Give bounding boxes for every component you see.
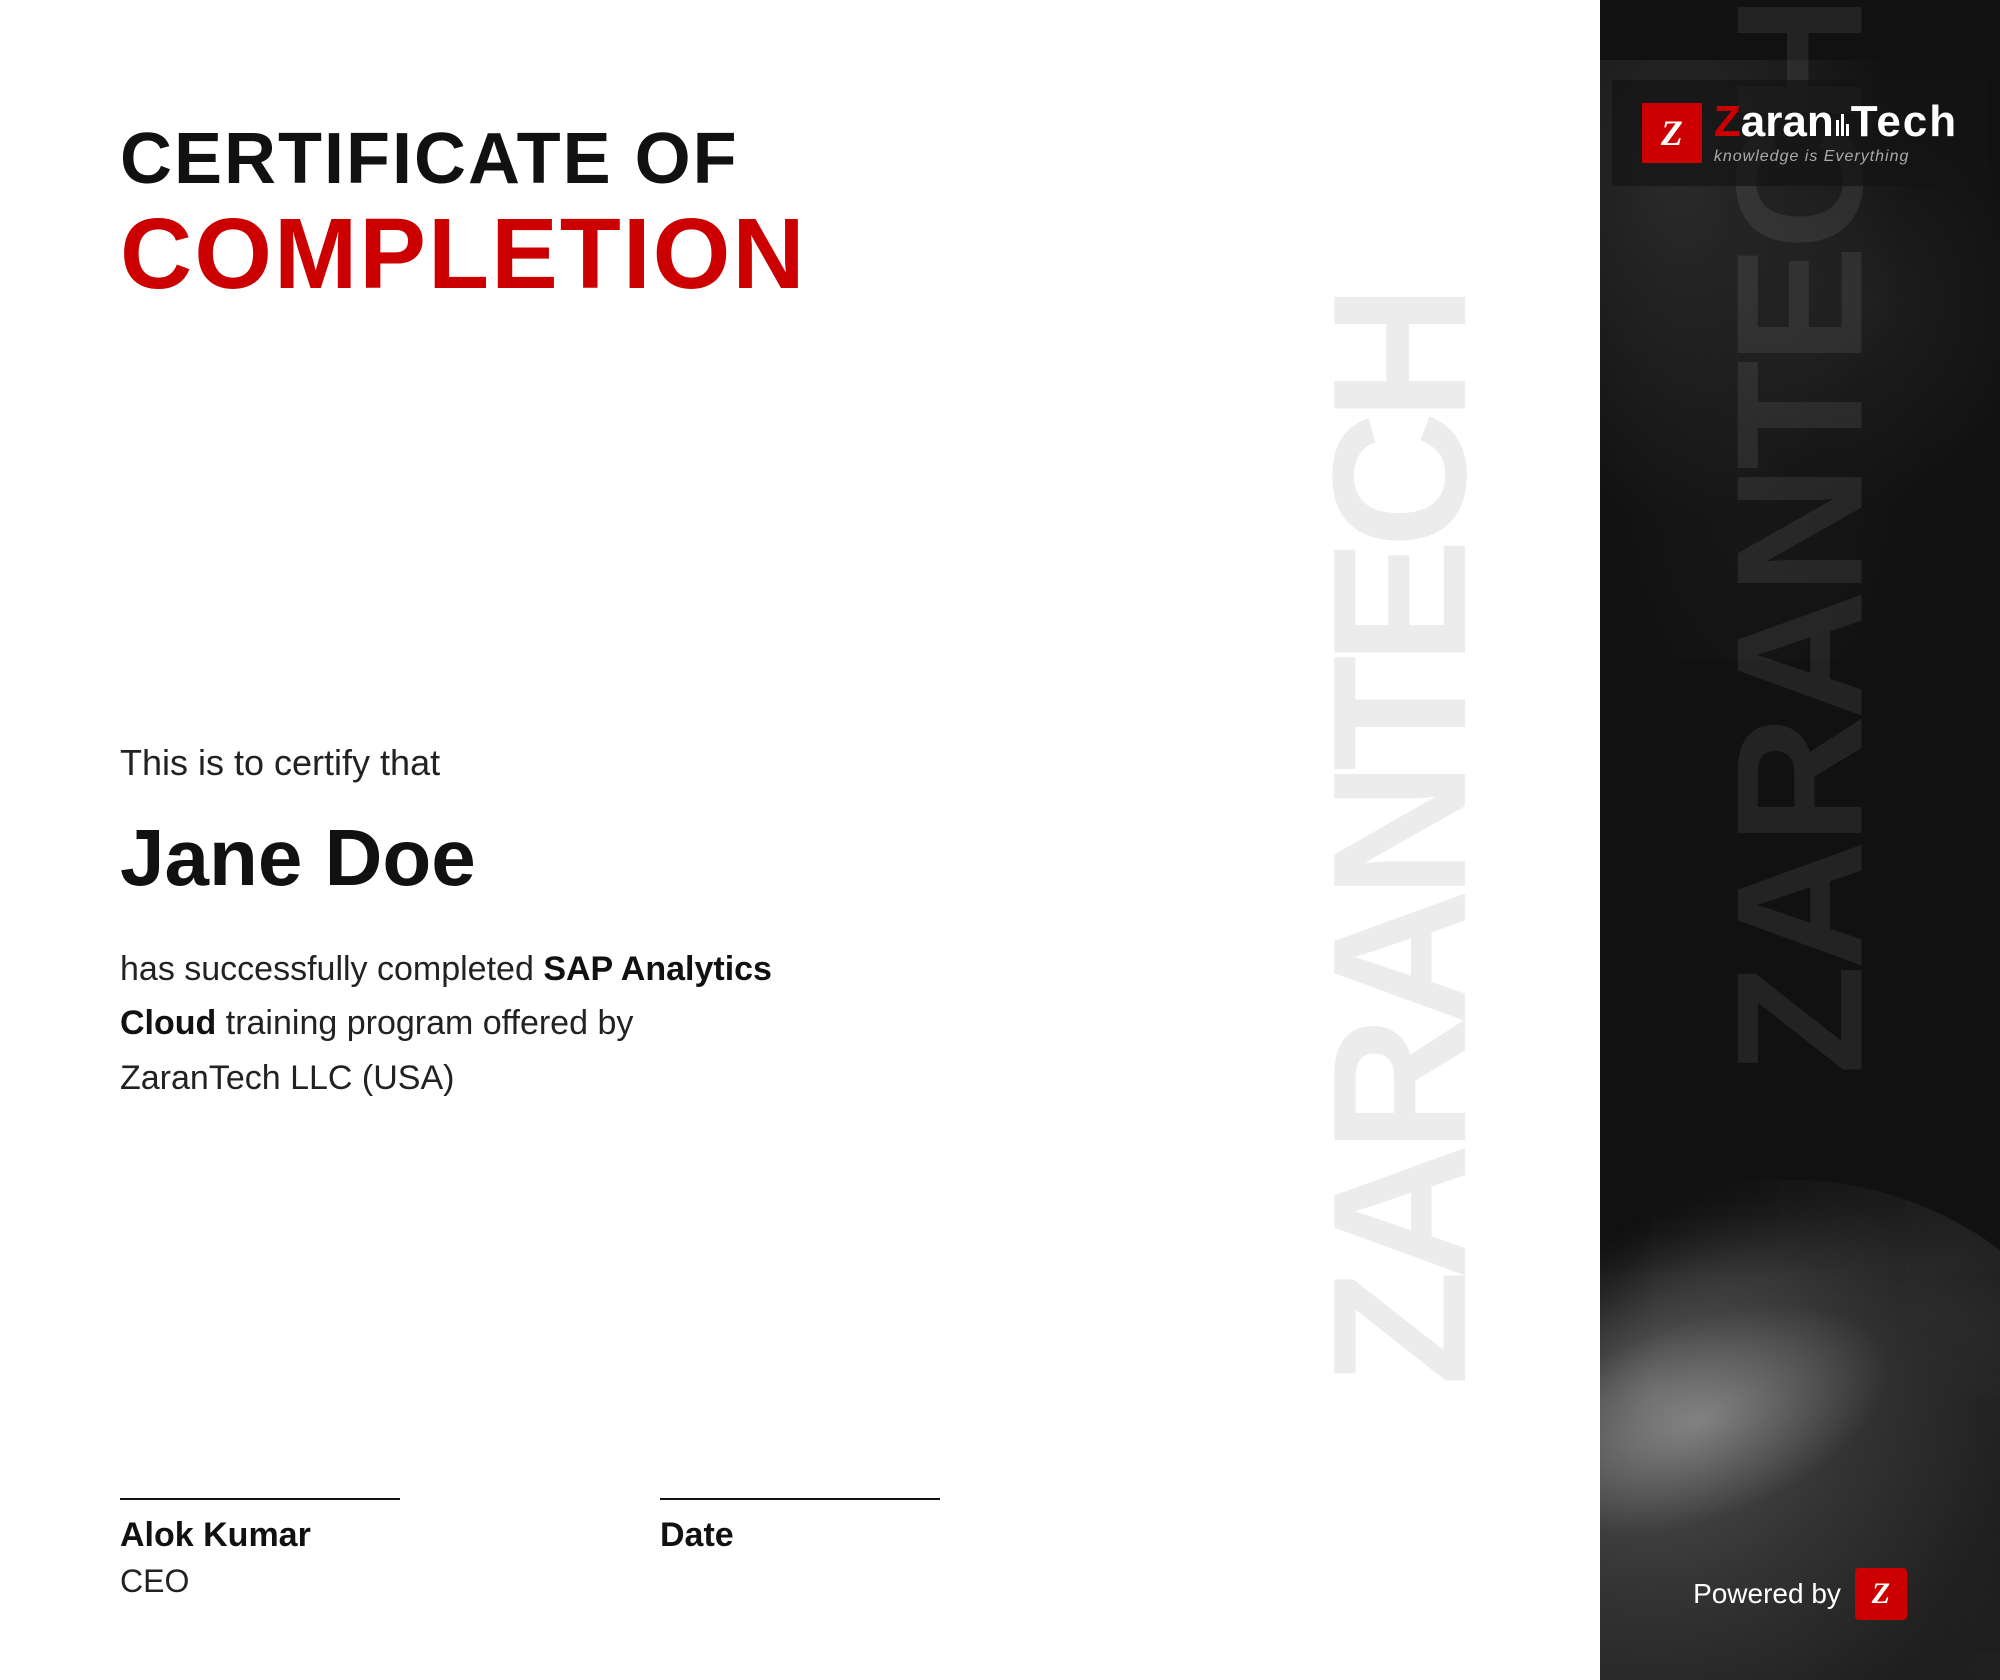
- logo-spikes: [1836, 114, 1849, 136]
- date-block: Date: [660, 1498, 940, 1555]
- logo-text-group: Z aran Tech knowledge is Everything: [1714, 100, 1958, 166]
- watermark-text: ZARANTECH: [1305, 294, 1495, 1386]
- signer-name: Alok Kumar: [120, 1516, 400, 1555]
- left-section: CERTIFICATE OF COMPLETION This is to cer…: [0, 0, 1200, 1680]
- recipient-name: Jane Doe: [120, 814, 1100, 902]
- date-line: [660, 1498, 940, 1500]
- cert-footer: Alok Kumar CEO Date: [120, 1438, 1100, 1600]
- signature-line: [120, 1498, 400, 1500]
- logo-box: Z Z aran Tech knowledge is Everything: [1612, 80, 1988, 186]
- cert-title-completion: COMPLETION: [120, 199, 1100, 309]
- powered-by-icon: Z: [1855, 1568, 1907, 1620]
- logo-tagline: knowledge is Everything: [1714, 148, 1958, 166]
- cert-title-of: CERTIFICATE OF: [120, 120, 1100, 199]
- logo-brand-z: Z: [1714, 100, 1741, 144]
- powered-by-section: Powered by Z: [1600, 1568, 2000, 1620]
- logo-brand-line: Z aran Tech: [1714, 100, 1958, 144]
- logo-z-icon: Z: [1642, 103, 1702, 163]
- logo-brand-aran: aran: [1741, 100, 1834, 144]
- logo-container: Z Z aran Tech knowledge is Everything: [1600, 80, 2000, 186]
- powered-by-text: Powered by: [1693, 1578, 1841, 1610]
- completion-text: has successfully completed SAP Analytics…: [120, 942, 800, 1105]
- cert-body: This is to certify that Jane Doe has suc…: [120, 349, 1100, 1438]
- certificate-container: CERTIFICATE OF COMPLETION This is to cer…: [0, 0, 2000, 1680]
- cert-header: CERTIFICATE OF COMPLETION: [120, 120, 1100, 309]
- certify-text: This is to certify that: [120, 742, 1100, 784]
- right-section: Z Z aran Tech knowledge is Everything: [1600, 0, 2000, 1680]
- date-label: Date: [660, 1516, 940, 1555]
- logo-brand-tech: Tech: [1851, 100, 1958, 144]
- middle-section: ZARANTECH: [1200, 0, 1600, 1680]
- signature-block: Alok Kumar CEO: [120, 1498, 400, 1600]
- signer-title: CEO: [120, 1563, 400, 1600]
